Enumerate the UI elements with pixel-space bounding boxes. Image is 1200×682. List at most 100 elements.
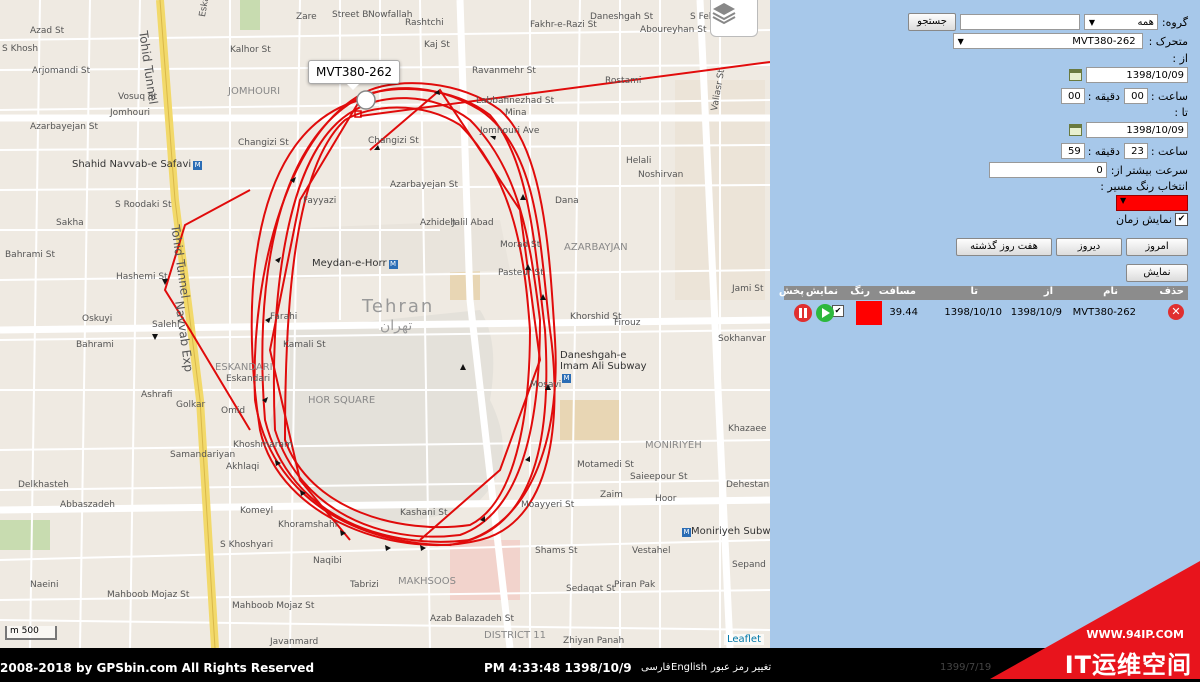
group-select[interactable]: همه ▼ xyxy=(1083,14,1158,30)
street-label: Jomhouri xyxy=(110,108,151,118)
city-label-fa: تهران xyxy=(380,318,413,334)
vehicle-select-value: MVT380-262 xyxy=(1072,36,1136,47)
district-label: JOMHOURI xyxy=(228,86,281,97)
street-label: Mahboob Mojaz St xyxy=(232,601,315,611)
street-label: Golkar xyxy=(176,400,206,410)
street-label: Arjomandi St xyxy=(32,66,91,76)
street-label: Changizi St xyxy=(238,138,289,148)
district-label: MAKHSOOS xyxy=(398,576,456,587)
col-play: پخش xyxy=(778,286,804,297)
watermark: WWW.94IP.COM IT运维空间 xyxy=(990,561,1200,679)
to-hour-input[interactable]: 23 xyxy=(1123,143,1148,159)
search-button[interactable]: جستجو xyxy=(908,13,956,31)
street-label: Vosuq St xyxy=(118,92,158,102)
district-label: AZARBAYJAN xyxy=(564,242,628,253)
street-label: Omid xyxy=(221,406,246,416)
street-label: Kamali St xyxy=(283,340,326,350)
street-label: Labbafinezhad St xyxy=(476,96,555,106)
last-week-button[interactable]: هفت روز گذشته xyxy=(956,238,1052,256)
vehicle-label: متحرک : xyxy=(1148,34,1188,48)
street-label: Fayyazi xyxy=(303,196,337,206)
street-label: Sokhanvar xyxy=(718,334,766,344)
search-input[interactable] xyxy=(959,14,1080,30)
calendar-icon[interactable] xyxy=(1069,124,1082,136)
street-label: Kashani St xyxy=(400,508,448,518)
street-label: Daneshgah St xyxy=(590,12,654,22)
street-label: Ravanmehr St xyxy=(472,66,536,76)
metro-icon: M xyxy=(682,528,691,537)
calendar-icon[interactable] xyxy=(1069,69,1082,81)
street-label: Dehestani xyxy=(726,480,770,490)
street-label: Samandariyan xyxy=(170,450,236,460)
street-label: Azhideh xyxy=(420,218,457,228)
street-label: Abbaszadeh xyxy=(60,500,115,510)
street-label: Mahboob Mojaz St xyxy=(107,590,190,600)
from-minute-input[interactable]: 00 xyxy=(1060,88,1085,104)
metro-label: Meydan-e-Horr xyxy=(312,258,387,269)
street-label: Azab Balazadeh St xyxy=(430,614,514,624)
to-date-input[interactable]: 1398/10/09 xyxy=(1086,122,1188,138)
vehicle-tooltip: MVT380-262 xyxy=(308,60,401,90)
street-label: Hoor xyxy=(655,494,677,504)
street-label: Saieepour St xyxy=(630,472,688,482)
street-label: Kalhor St xyxy=(230,45,271,55)
col-to: تا xyxy=(970,286,978,297)
hour-label: ساعت : xyxy=(1150,89,1188,103)
speed-label: سرعت بیشتر از: xyxy=(1110,163,1188,177)
play-icon[interactable] xyxy=(816,304,834,322)
route-color-picker[interactable]: ▼ xyxy=(1116,195,1188,211)
control-panel: گروه: همه ▼ جستجو متحرک : MVT380-262 ▼ از … xyxy=(770,0,1200,648)
chevron-down-icon: ▼ xyxy=(1120,196,1127,205)
street-label: Naeini xyxy=(30,580,59,590)
speed-input[interactable]: 0 xyxy=(988,162,1107,178)
chevron-down-icon: ▼ xyxy=(957,37,964,46)
to-label: تا : xyxy=(1174,106,1188,119)
col-delete: حذف xyxy=(1159,286,1184,297)
metro-icon: M xyxy=(388,260,398,269)
speed-row: سرعت بیشتر از: 0 xyxy=(988,162,1188,178)
today-button[interactable]: امروز xyxy=(1126,238,1188,256)
delete-icon[interactable]: ✕ xyxy=(1168,304,1184,320)
leaflet-attribution-link[interactable]: Leaflet xyxy=(723,634,764,645)
vehicle-select[interactable]: MVT380-262 ▼ xyxy=(952,33,1143,49)
street-label: Pasteur St xyxy=(498,268,544,278)
map-view[interactable]: Azad St Tohid Tunnel Eskandari St Kalhor… xyxy=(0,0,770,648)
layers-button[interactable] xyxy=(710,0,758,37)
row-distance: 39.44 xyxy=(889,307,918,318)
street-label: Mosavi xyxy=(530,380,562,390)
street-label: Bahrami St xyxy=(5,250,55,260)
chevron-down-icon: ▼ xyxy=(1088,18,1096,27)
lang-english-link[interactable]: English xyxy=(671,662,707,673)
to-minute-input[interactable]: 59 xyxy=(1060,143,1085,159)
metro-icon: M xyxy=(562,374,571,383)
street-label: Naqibi xyxy=(313,556,342,566)
yesterday-button[interactable]: دیروز xyxy=(1056,238,1122,256)
group-label: گروه: xyxy=(1161,15,1188,29)
street-label: Firouz xyxy=(614,318,641,328)
minute-label: دقیقه : xyxy=(1087,144,1120,158)
street-label: Komeyl xyxy=(240,506,274,516)
lang-farsi-link[interactable]: فارسی xyxy=(641,662,670,673)
table-row[interactable]: ✕ MVT380-262 1398/10/9 1398/10/10 39.44 … xyxy=(784,300,1188,326)
from-hour-input[interactable]: 00 xyxy=(1123,88,1148,104)
street-label: Jalil Abad xyxy=(452,218,494,228)
street-label: Khazaee xyxy=(728,424,767,434)
street-label: Aboureyhan St xyxy=(640,25,707,35)
street-label: Rashtchi xyxy=(405,18,444,28)
watermark-url: WWW.94IP.COM xyxy=(1086,628,1184,641)
group-select-value: همه xyxy=(1137,17,1154,28)
show-time-checkbox[interactable]: ✔ xyxy=(1175,213,1188,226)
pause-icon[interactable] xyxy=(794,304,812,322)
street-label: Hashemi St xyxy=(116,272,168,282)
show-row: نمایش xyxy=(1126,264,1188,282)
col-show: نمایش xyxy=(805,286,838,297)
row-to: 1398/10/10 xyxy=(944,307,1002,318)
street-label: Street B xyxy=(332,10,369,20)
from-date-input[interactable]: 1398/10/09 xyxy=(1086,67,1188,83)
color-picker-row: ▼ xyxy=(1116,195,1188,211)
district-label: ESKANDARI xyxy=(215,362,273,373)
street-label: Tabrizi xyxy=(350,580,379,590)
show-button[interactable]: نمایش xyxy=(1126,264,1188,282)
change-password-link[interactable]: تغییر رمز عبور xyxy=(711,662,771,673)
from-date-row: 1398/10/09 xyxy=(1069,67,1188,83)
